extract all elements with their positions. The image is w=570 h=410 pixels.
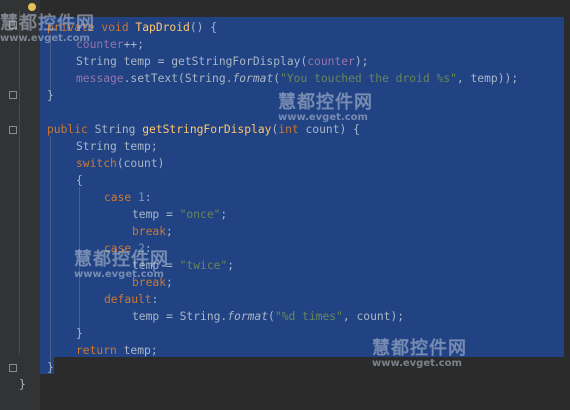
code-token: ( xyxy=(268,310,275,323)
editor-gutter xyxy=(0,0,40,410)
code-token: ; xyxy=(227,259,235,272)
watermark: 慧都控件网 www.evget.com xyxy=(0,13,95,44)
fold-marker-icon[interactable] xyxy=(9,126,17,134)
code-token: counter xyxy=(307,55,355,68)
code-line[interactable]: { xyxy=(76,172,83,189)
watermark: 慧都控件网 www.evget.com xyxy=(74,249,169,280)
code-line[interactable]: String temp; xyxy=(76,138,158,155)
code-token: count) { xyxy=(305,123,360,136)
code-line[interactable]: temp = "once"; xyxy=(132,206,227,223)
code-token: String temp = getStringForDisplay( xyxy=(76,55,308,68)
code-token: 1 xyxy=(138,191,145,204)
code-line[interactable]: temp = String.format("%d times", count); xyxy=(132,308,404,325)
code-token: ); xyxy=(354,55,369,68)
code-token: message xyxy=(76,72,124,85)
code-token: () { xyxy=(189,21,218,34)
code-token: String temp; xyxy=(76,140,158,153)
watermark: 慧都控件网 www.evget.com xyxy=(372,338,467,369)
code-token: ; xyxy=(220,208,228,221)
code-line[interactable]: } xyxy=(19,376,26,393)
code-token: return xyxy=(76,344,124,357)
code-token: temp = xyxy=(132,208,180,221)
code-token: } xyxy=(47,361,54,374)
code-token: break xyxy=(132,225,167,238)
code-token: ; xyxy=(166,225,173,238)
code-token: "once" xyxy=(179,208,221,221)
code-token: temp; xyxy=(123,344,158,357)
code-token: default xyxy=(104,293,152,306)
code-token: { xyxy=(76,174,83,187)
code-token: } xyxy=(47,89,54,102)
fold-marker-icon[interactable] xyxy=(9,364,17,372)
code-line[interactable]: message.setText(String.format("You touch… xyxy=(76,70,518,87)
code-token: temp = String. xyxy=(132,310,228,323)
code-line[interactable]: return temp; xyxy=(76,342,158,359)
code-line[interactable]: } xyxy=(47,359,54,376)
code-token: switch xyxy=(76,157,117,170)
code-token: , temp)); xyxy=(456,72,519,85)
code-token: getStringForDisplay xyxy=(142,123,272,136)
code-token: "You touched the droid %s" xyxy=(280,72,457,85)
code-line[interactable]: default: xyxy=(104,291,158,308)
code-line[interactable]: case 1: xyxy=(104,189,152,206)
code-token: format xyxy=(227,310,269,323)
code-line[interactable]: String temp = getStringForDisplay(counte… xyxy=(76,53,368,70)
gutter-separator xyxy=(19,10,20,355)
code-token: } xyxy=(19,378,26,391)
code-line[interactable]: } xyxy=(76,325,83,342)
code-token: "%d times" xyxy=(274,310,343,323)
code-token: "twice" xyxy=(179,259,228,272)
code-token: case xyxy=(104,191,139,204)
code-line[interactable]: switch(count) xyxy=(76,155,164,172)
code-token: public xyxy=(47,123,95,136)
code-token: ++; xyxy=(123,38,145,51)
watermark: 慧都控件网 www.evget.com xyxy=(278,92,373,123)
code-line[interactable]: } xyxy=(47,87,54,104)
code-line[interactable]: public String getStringForDisplay(int co… xyxy=(47,121,360,138)
code-token: int xyxy=(278,123,306,136)
code-token: TapDroid xyxy=(135,21,190,34)
code-token: } xyxy=(76,327,83,340)
code-line[interactable]: break; xyxy=(132,223,173,240)
code-token: , count); xyxy=(342,310,405,323)
code-token: : xyxy=(144,191,152,204)
indent-guide xyxy=(50,136,51,374)
fold-marker-icon[interactable] xyxy=(9,91,17,99)
code-token: String xyxy=(94,123,143,136)
code-token: : xyxy=(151,293,159,306)
code-token: format xyxy=(232,72,274,85)
code-token: (count) xyxy=(116,157,165,170)
code-token: .setText(String. xyxy=(123,72,233,85)
